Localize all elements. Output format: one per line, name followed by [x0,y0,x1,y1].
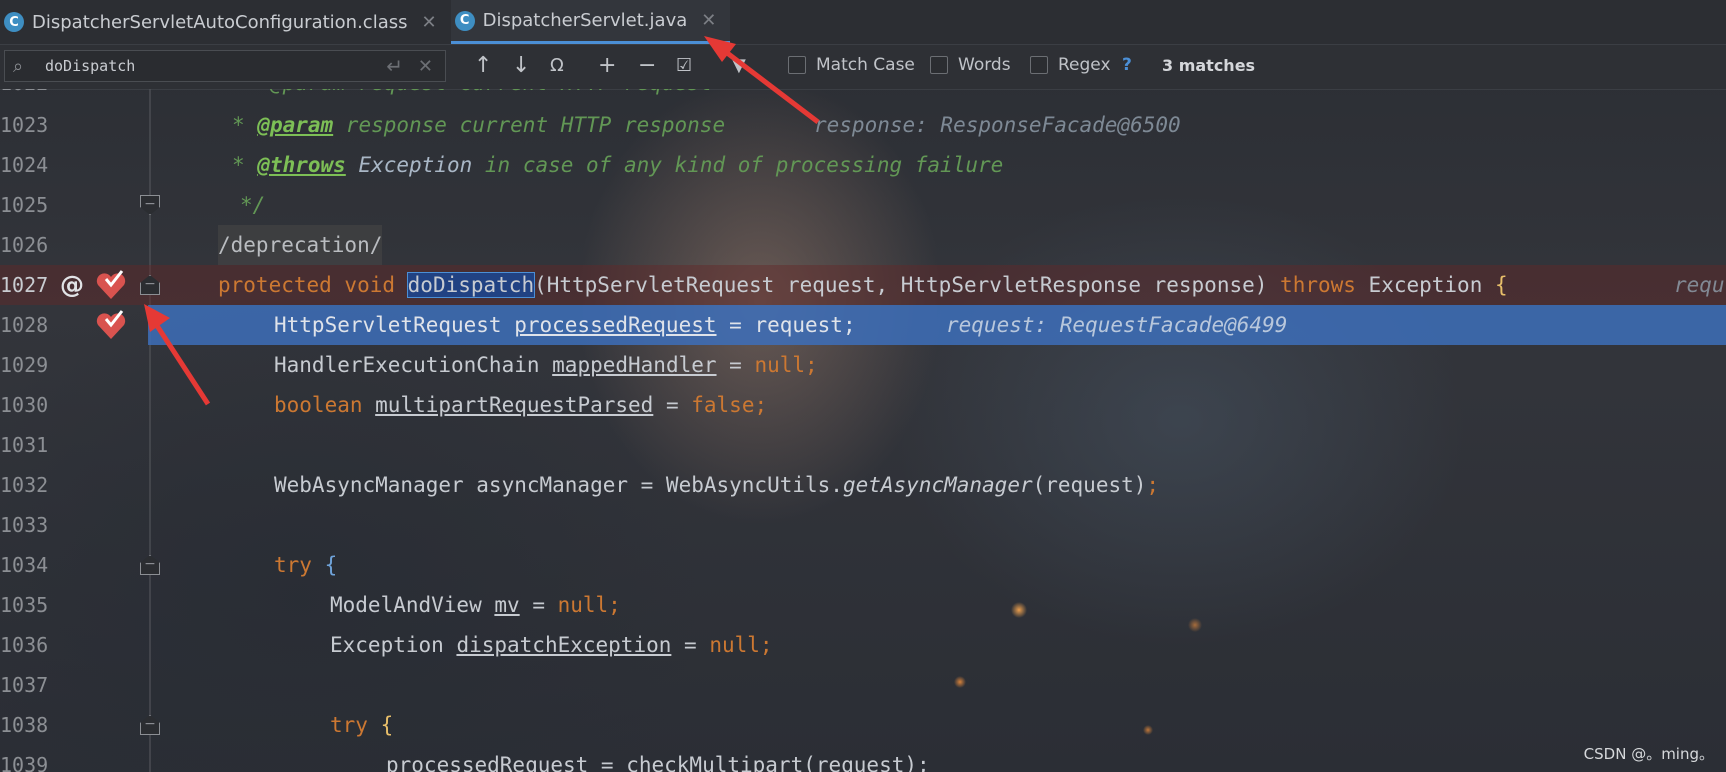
watermark: CSDN @。ming。 [1583,745,1714,763]
arrow-to-fold-icon [144,304,211,406]
annotation-arrows [144,36,820,406]
arrow-to-active-tab [704,36,820,124]
